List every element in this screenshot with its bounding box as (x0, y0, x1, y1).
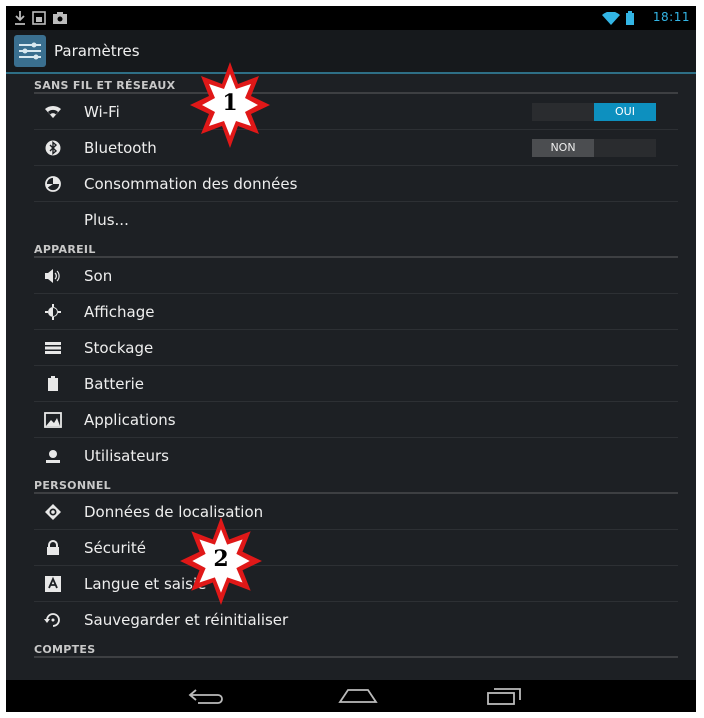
settings-item-label: Applications (84, 411, 176, 429)
action-bar: Paramètres (6, 30, 696, 74)
battery-status-icon (626, 11, 634, 25)
wifi-icon (45, 105, 61, 118)
annotation-number: 2 (213, 546, 229, 572)
settings-item-display[interactable]: Affichage (6, 294, 696, 330)
download-icon (15, 11, 25, 25)
settings-item-applications[interactable]: Applications (6, 402, 696, 438)
navigation-bar (6, 680, 696, 712)
section-header-device: APPAREIL (6, 238, 696, 258)
settings-item-label: Bluetooth (84, 139, 157, 157)
section-header-personal: PERSONNEL (6, 474, 696, 494)
notification-photo-icon (53, 12, 67, 24)
settings-item-battery[interactable]: Batterie (6, 366, 696, 402)
status-bar: 18:11 (6, 6, 696, 30)
data-usage-icon (45, 176, 61, 192)
toggle-on-label: OUI (594, 103, 656, 121)
apps-icon (44, 412, 62, 428)
annotation-badge-1: 1 (188, 60, 272, 150)
recent-apps-icon[interactable] (484, 686, 524, 706)
settings-icon[interactable] (14, 35, 46, 67)
settings-item-location[interactable]: Données de localisation (6, 494, 696, 530)
settings-item-data-usage[interactable]: Consommation des données (6, 166, 696, 202)
language-icon (45, 576, 61, 592)
location-icon (45, 504, 61, 520)
tablet-screen: 18:11 Paramètres SANS FIL ET RÉSEAUX Wi-… (6, 6, 696, 712)
settings-item-label: Consommation des données (84, 175, 298, 193)
settings-item-bluetooth[interactable]: Bluetooth NON (6, 130, 696, 166)
settings-item-wifi[interactable]: Wi-Fi OUI (6, 94, 696, 130)
settings-list: SANS FIL ET RÉSEAUX Wi-Fi OUI Bluetooth … (6, 74, 696, 658)
home-icon[interactable] (336, 686, 380, 706)
settings-item-label: Wi-Fi (84, 103, 120, 121)
notification-screenshot-icon (32, 11, 46, 25)
settings-item-label: Plus... (84, 211, 129, 229)
settings-item-label: Utilisateurs (84, 447, 169, 465)
settings-item-label: Stockage (84, 339, 154, 357)
settings-item-label: Sauvegarder et réinitialiser (84, 611, 289, 629)
toggle-off-label: NON (532, 139, 594, 157)
battery-icon (48, 376, 58, 391)
settings-item-more[interactable]: Plus... (6, 202, 696, 238)
annotation-badge-2: 2 (178, 514, 264, 608)
sound-icon (45, 269, 60, 283)
settings-item-label: Sécurité (84, 539, 146, 557)
bluetooth-toggle[interactable]: NON (532, 139, 656, 157)
settings-item-label: Son (84, 267, 113, 285)
settings-item-sound[interactable]: Son (6, 258, 696, 294)
lock-icon (47, 540, 59, 555)
settings-item-label: Batterie (84, 375, 145, 393)
annotation-number: 1 (222, 90, 238, 116)
settings-item-storage[interactable]: Stockage (6, 330, 696, 366)
storage-icon (45, 342, 61, 354)
bluetooth-icon (45, 140, 61, 156)
settings-item-label: Affichage (84, 303, 155, 321)
section-header-accounts: COMPTES (6, 638, 696, 658)
wifi-toggle[interactable]: OUI (532, 103, 656, 121)
settings-item-security[interactable]: Sécurité (6, 530, 696, 566)
settings-item-users[interactable]: Utilisateurs (6, 438, 696, 474)
page-title: Paramètres (54, 42, 140, 60)
settings-item-language[interactable]: Langue et saisie (6, 566, 696, 602)
back-icon[interactable] (186, 686, 226, 706)
settings-item-backup[interactable]: Sauvegarder et réinitialiser (6, 602, 696, 638)
wifi-signal-icon (602, 12, 620, 25)
backup-icon (44, 613, 60, 627)
users-icon (46, 450, 60, 463)
display-icon (45, 304, 61, 320)
section-header-wireless: SANS FIL ET RÉSEAUX (6, 74, 696, 94)
clock: 18:11 (652, 10, 690, 24)
